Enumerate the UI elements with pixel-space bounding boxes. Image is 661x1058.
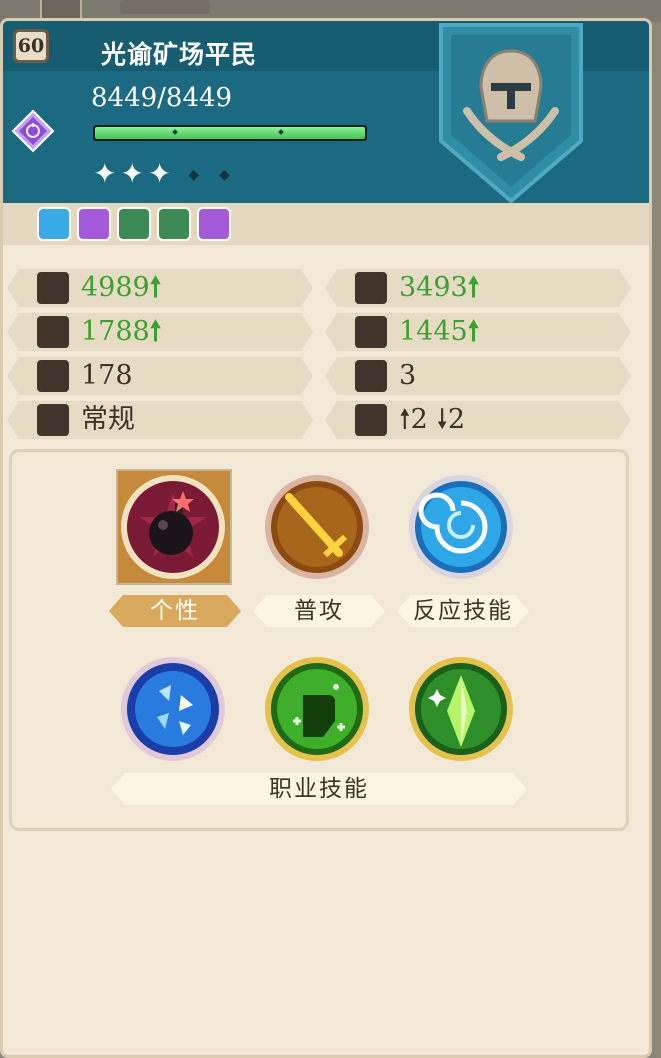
empty-stars: ◆◆: [188, 167, 250, 183]
stat-value: 3493🠕: [399, 272, 480, 303]
scales-buff-icon[interactable]: [77, 207, 111, 241]
figure-icon: [37, 404, 69, 436]
stat-row: 3493🠕: [325, 269, 631, 307]
shield-purple-buff-icon[interactable]: [197, 207, 231, 241]
crystal-skill-icon[interactable]: [407, 655, 515, 763]
elevation-icon: [355, 404, 387, 436]
tab-reaction-skill[interactable]: 反应技能: [397, 595, 529, 627]
wing-icon: [37, 360, 69, 392]
hp-text: 8449/8449: [91, 83, 233, 113]
staff-icon: [355, 272, 387, 304]
stat-row: 1445🠕: [325, 313, 631, 351]
unit-name: 光谕矿场平民: [101, 40, 258, 69]
stat-row: 4989🠕: [7, 269, 313, 307]
stat-value: 1788🠕: [81, 316, 162, 347]
tab-normal-attack[interactable]: 普攻: [253, 595, 385, 627]
sword-skill-icon[interactable]: [263, 473, 371, 581]
tab-personality[interactable]: 个性: [109, 595, 241, 627]
shield-icon: [37, 316, 69, 348]
boot-icon: [355, 360, 387, 392]
bomb-skill-icon[interactable]: [119, 473, 227, 581]
stat-row: 常规: [7, 401, 313, 439]
stat-value: 1445🠕: [399, 316, 480, 347]
stat-value: 常规: [81, 404, 135, 435]
element-gem-icon[interactable]: [11, 109, 55, 153]
book-buff-icon[interactable]: [37, 207, 71, 241]
sword-icon: [37, 272, 69, 304]
heal-plus-buff-icon[interactable]: [157, 207, 191, 241]
vortex-skill-icon[interactable]: [407, 473, 515, 581]
stat-value: 🠕2 🠗2: [399, 404, 466, 435]
ice-shatter-skill-icon[interactable]: [119, 655, 227, 763]
class-skill-label: 职业技能: [111, 773, 527, 805]
hp-bar-fill: [95, 127, 365, 139]
unit-info-panel: 60 光谕矿场平民 8449/8449 ✦✦✦ ◆◆ 4989🠕 3493🠕 1…: [0, 18, 652, 1058]
background-name: [120, 0, 210, 14]
unit-header: 60 光谕矿场平民 8449/8449 ✦✦✦ ◆◆: [3, 21, 649, 203]
class-emblem-shield-icon: [439, 23, 583, 203]
stat-row: 🠕2 🠗2: [325, 401, 631, 439]
stat-row: 3: [325, 357, 631, 395]
hp-bar: [93, 125, 367, 141]
stat-value: 178: [81, 360, 133, 391]
level-badge: 60: [13, 29, 49, 63]
stat-row: 1788🠕: [7, 313, 313, 351]
status-effect-row: [3, 203, 649, 245]
shield-leaf-buff-icon[interactable]: [117, 207, 151, 241]
star-rank: ✦✦✦ ◆◆: [93, 157, 250, 190]
stat-value: 4989🠕: [81, 272, 162, 303]
stat-row: 178: [7, 357, 313, 395]
stat-value: 3: [399, 360, 417, 391]
wizard-hat-icon: [355, 316, 387, 348]
fist-heal-skill-icon[interactable]: [263, 655, 371, 763]
filled-stars: ✦✦✦: [93, 157, 176, 190]
